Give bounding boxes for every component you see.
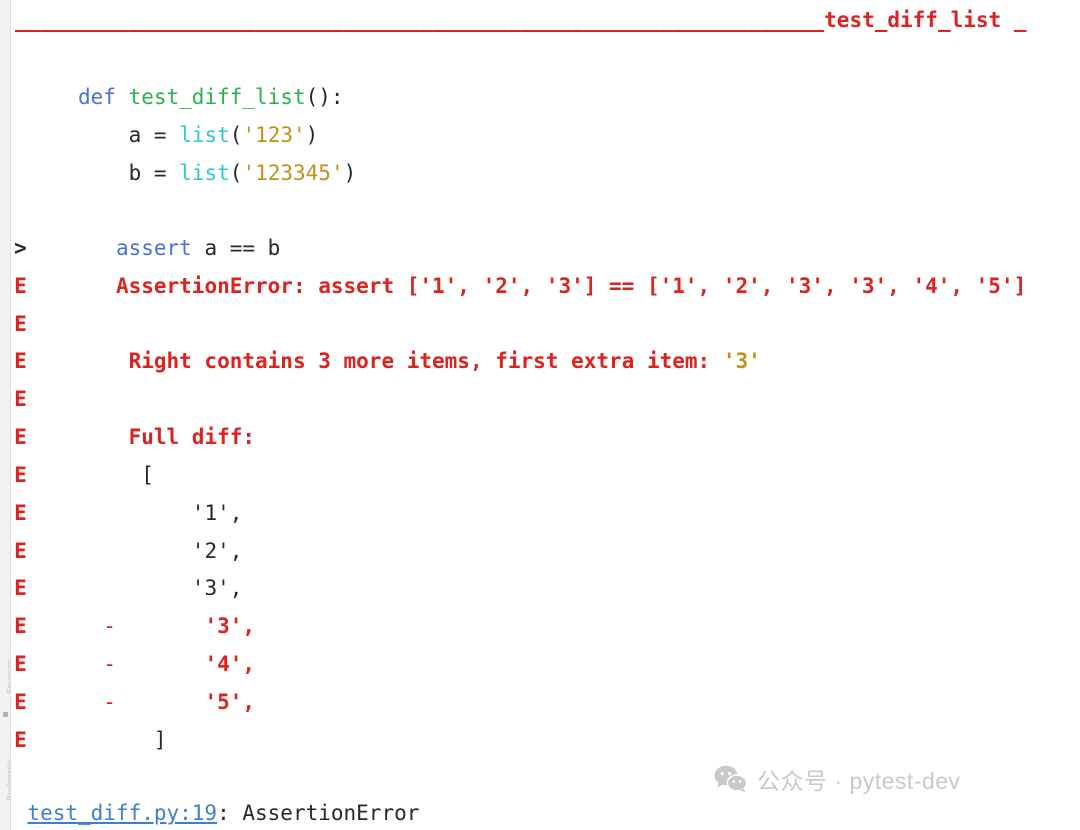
watermark-text: 公众号 · pytest-dev <box>757 768 961 794</box>
footer-location-line: test_diff.py:19: AssertionError <box>11 795 419 830</box>
var-a: a <box>128 123 142 147</box>
header-dashes: ________________________________________… <box>15 8 825 32</box>
keyword-def: def <box>78 85 116 109</box>
gutter-blank <box>11 79 27 116</box>
error-line-full-diff-label: E Full diff: <box>11 419 255 456</box>
var-b: b <box>128 161 142 185</box>
diff-marker-removed: - <box>103 614 116 638</box>
gutter-error: E <box>14 652 27 676</box>
extra-item-value: '3' <box>722 349 761 373</box>
code-line-signature: def test_diff_list(): <box>11 79 344 116</box>
gutter-error: E <box>14 576 27 600</box>
diff-value-removed: '5', <box>204 690 256 714</box>
gutter-error: E <box>14 614 27 638</box>
error-line-blank: E <box>11 381 27 418</box>
function-name: test_diff_list <box>128 85 306 109</box>
diff-row-removed: E - '3', <box>11 608 255 645</box>
diff-value: '1', <box>191 501 243 525</box>
diff-bracket-open: [ <box>141 463 154 487</box>
gutter-caret: > <box>14 236 27 260</box>
keyword-assert: assert <box>115 236 192 260</box>
gutter-error: E <box>14 312 27 336</box>
gutter-error: E <box>14 274 27 298</box>
gutter-blank <box>11 795 27 830</box>
builtin-list: list <box>179 161 230 185</box>
code-line-b: b = list('123345') <box>11 155 357 192</box>
error-line-blank: E <box>11 306 27 343</box>
header-test-name: test_diff_list <box>824 8 1002 32</box>
gutter-error: E <box>14 539 27 563</box>
source-location-link[interactable]: test_diff.py:19 <box>27 801 217 825</box>
assign-op: = <box>153 161 167 185</box>
diff-row-removed: E - '4', <box>11 646 255 683</box>
watermark: 公众号 · pytest-dev <box>714 762 961 796</box>
diff-bracket-close: ] <box>153 728 167 752</box>
paren-open: ( <box>229 161 243 185</box>
gutter-error: E <box>14 728 27 752</box>
footer-exception-name: AssertionError <box>242 801 420 825</box>
gutter-error: E <box>14 463 27 487</box>
gutter-error: E <box>14 349 27 373</box>
error-line-summary: E Right contains 3 more items, first ext… <box>11 343 761 380</box>
diff-value-removed: '3', <box>204 614 256 638</box>
ide-tool-strip: Structure Bookmarks <box>0 0 11 830</box>
paren-close: ) <box>305 123 319 147</box>
tool-strip-marker <box>3 712 8 717</box>
diff-marker-removed: - <box>103 652 116 676</box>
wechat-icon <box>714 765 748 793</box>
gutter-error: E <box>14 387 27 411</box>
assert-expression: a == b <box>191 236 281 260</box>
signature-tail: (): <box>305 85 344 109</box>
string-literal: '123' <box>242 123 306 147</box>
error-line-bracket-close: E ] <box>11 722 167 759</box>
error-line-assertion: E AssertionError: assert ['1', '2', '3']… <box>11 268 1026 305</box>
gutter-blank <box>11 117 27 154</box>
assertion-error-text: AssertionError: assert ['1', '2', '3'] =… <box>115 274 1027 298</box>
footer-separator: : <box>217 801 243 825</box>
code-line-a: a = list('123') <box>11 117 319 154</box>
string-literal: '123345' <box>242 161 344 185</box>
diff-value: '3', <box>191 576 243 600</box>
gutter-blank <box>11 155 27 192</box>
paren-close: ) <box>343 161 357 185</box>
diff-row: E '1', <box>11 495 242 532</box>
console-output[interactable]: ________________________________________… <box>11 0 1080 830</box>
gutter-error: E <box>14 501 27 525</box>
diff-row: E '3', <box>11 570 242 607</box>
diff-marker-removed: - <box>103 690 116 714</box>
error-line-bracket-open: E [ <box>11 457 154 494</box>
diff-value: '2', <box>191 539 243 563</box>
assign-op: = <box>153 123 167 147</box>
extra-items-summary: Right contains 3 more items, first extra… <box>128 349 723 373</box>
test-header-line: ________________________________________… <box>15 0 1026 40</box>
gutter-error: E <box>14 690 27 714</box>
full-diff-label: Full diff: <box>128 425 256 449</box>
paren-open: ( <box>229 123 243 147</box>
gutter-error: E <box>14 425 27 449</box>
failing-assert-line: > assert a == b <box>11 230 280 267</box>
diff-row-removed: E - '5', <box>11 684 255 721</box>
diff-value-removed: '4', <box>204 652 256 676</box>
builtin-list: list <box>179 123 230 147</box>
header-trailing: _ <box>1001 8 1027 32</box>
diff-row: E '2', <box>11 533 242 570</box>
